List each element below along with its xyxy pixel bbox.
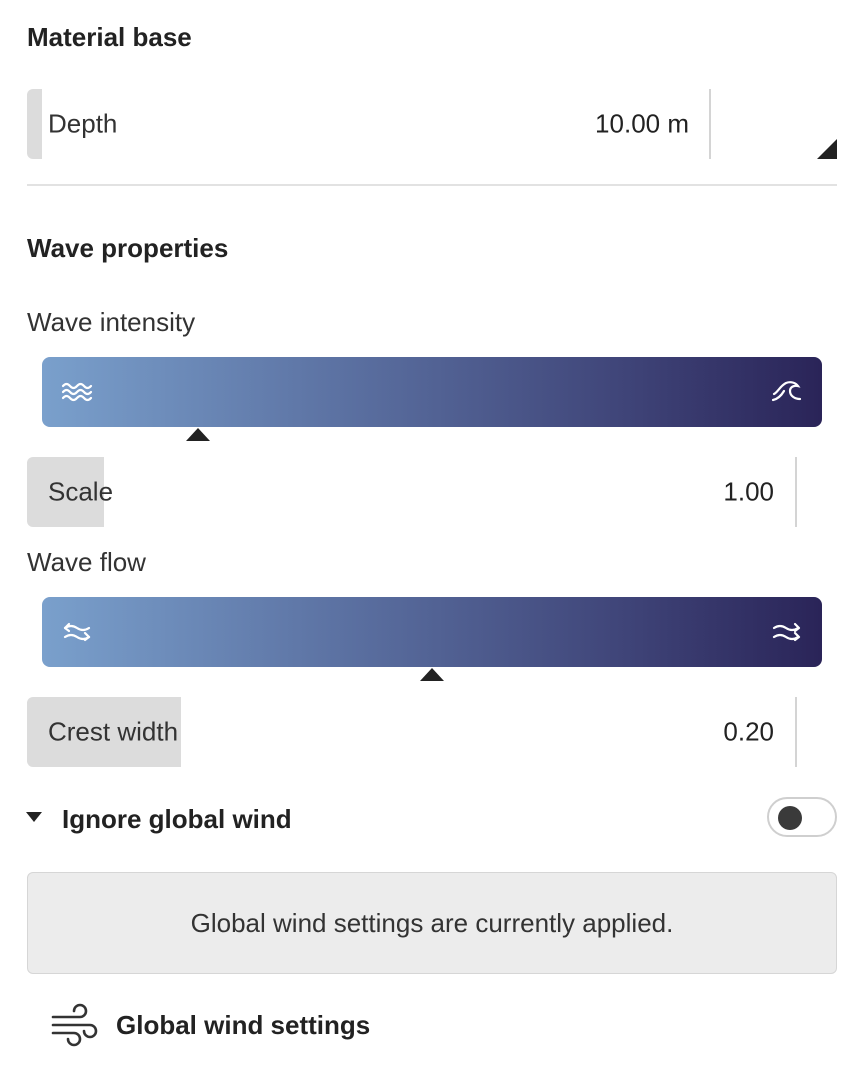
scale-label: Scale bbox=[48, 476, 114, 507]
wave-intensity-bar[interactable] bbox=[42, 357, 822, 427]
wave-intensity-marker[interactable] bbox=[186, 428, 210, 441]
scale-value[interactable]: 1.00 bbox=[723, 477, 774, 508]
scale-separator bbox=[795, 457, 797, 527]
ignore-global-wind-toggle[interactable] bbox=[767, 797, 837, 837]
depth-label: Depth bbox=[48, 108, 118, 139]
wave-flow-label: Wave flow bbox=[27, 547, 146, 577]
depth-fill bbox=[27, 89, 42, 159]
calm-waves-icon bbox=[61, 382, 93, 402]
breaking-wave-icon bbox=[771, 381, 802, 402]
wave-flow-marker[interactable] bbox=[420, 668, 444, 681]
directional-flow-icon bbox=[772, 622, 801, 642]
section-divider bbox=[27, 184, 837, 186]
crest-width-field[interactable]: Crest width 0.20 bbox=[27, 697, 797, 767]
wave-intensity-label: Wave intensity bbox=[27, 307, 196, 337]
global-wind-settings-link[interactable]: Global wind settings bbox=[50, 1002, 370, 1048]
crest-width-label: Crest width bbox=[48, 716, 179, 747]
ignore-global-wind-label[interactable]: Ignore global wind bbox=[62, 804, 292, 835]
collapse-triangle-icon[interactable] bbox=[26, 812, 42, 823]
crest-width-separator bbox=[795, 697, 797, 767]
global-wind-settings-label: Global wind settings bbox=[116, 1009, 371, 1040]
dropdown-corner-icon[interactable] bbox=[817, 139, 837, 159]
depth-separator bbox=[709, 89, 711, 159]
scale-field[interactable]: Scale 1.00 bbox=[27, 457, 797, 527]
wind-icon bbox=[51, 1003, 98, 1047]
depth-value[interactable]: 10.00 m bbox=[595, 109, 689, 140]
depth-field[interactable]: Depth 10.00 m bbox=[27, 89, 837, 159]
wave-properties-title: Wave properties bbox=[27, 233, 229, 263]
crest-width-value[interactable]: 0.20 bbox=[723, 717, 774, 748]
toggle-knob bbox=[778, 806, 802, 830]
mixed-flow-icon bbox=[63, 622, 91, 642]
wind-info-text: Global wind settings are currently appli… bbox=[190, 907, 674, 938]
wind-info-box: Global wind settings are currently appli… bbox=[27, 872, 837, 974]
material-base-title: Material base bbox=[27, 22, 192, 52]
wave-flow-bar[interactable] bbox=[42, 597, 822, 667]
